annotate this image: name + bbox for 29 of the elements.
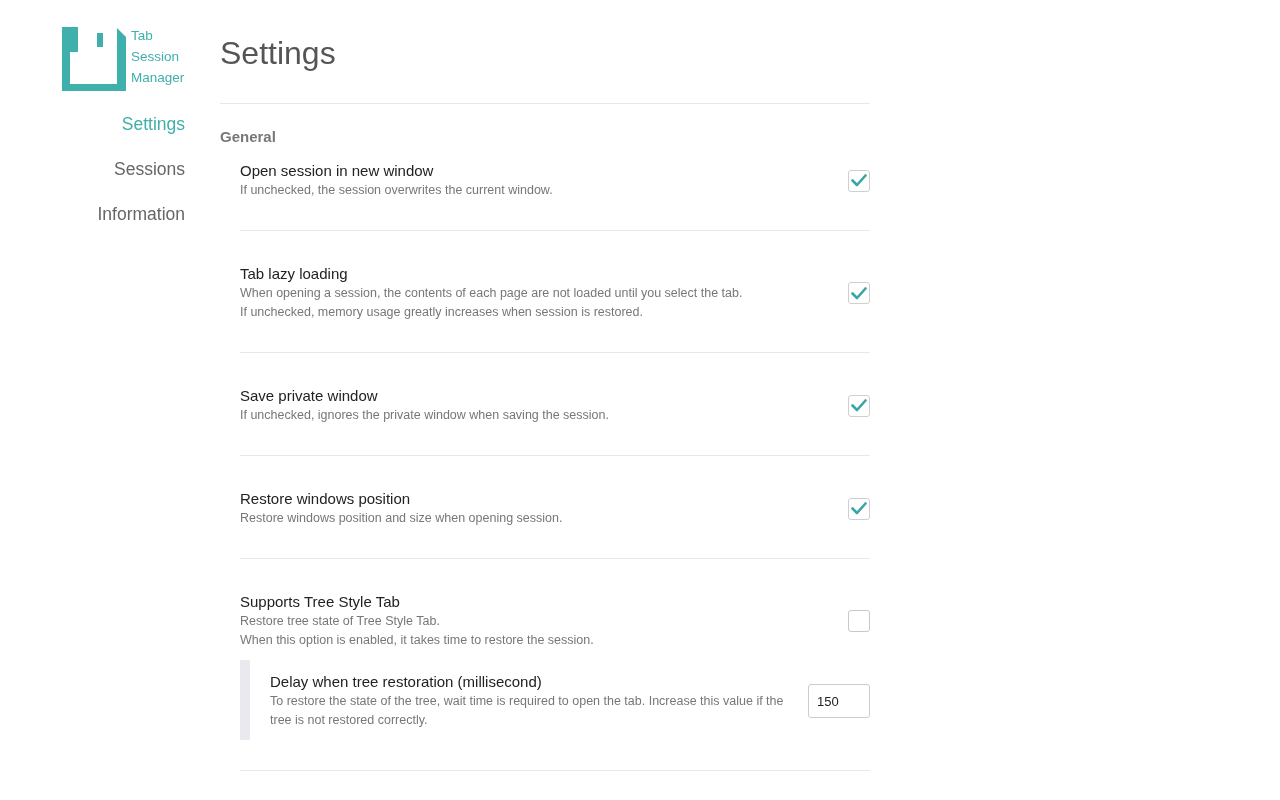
- section-heading: General: [220, 127, 277, 147]
- setting-description: If unchecked, the session overwrites the current window.: [240, 182, 554, 199]
- checkmark-icon: [851, 174, 867, 187]
- setting-description: If unchecked, ignores the private window when saving the session.: [240, 407, 610, 424]
- checkbox[interactable]: [848, 282, 870, 304]
- checkbox[interactable]: [848, 610, 870, 632]
- setting-title: Tab lazy loading: [240, 264, 349, 284]
- setting-title: Open session in new window: [240, 161, 435, 181]
- checkbox[interactable]: [848, 394, 870, 417]
- nav-link[interactable]: Sessions: [114, 156, 185, 182]
- checkmark-icon: [851, 502, 867, 515]
- checkmark-icon: [851, 286, 867, 300]
- nav-link[interactable]: Information: [97, 201, 185, 227]
- number-input[interactable]: 150: [808, 684, 870, 718]
- setting-description: When opening a session, the contents of each page are not loaded until you select the tab.: [240, 285, 744, 302]
- setting-description: To restore the state of the tree, wait time is required to open the tab. Increase this value if the tree is not restored correctly.: [270, 693, 785, 729]
- setting-description: Restore tree state of Tree Style Tab.: [240, 613, 441, 630]
- setting-title: Supports Tree Style Tab: [240, 592, 401, 612]
- checkmark-icon: [851, 399, 867, 412]
- setting-description: If unchecked, memory usage greatly increases when session is restored.: [240, 304, 644, 321]
- checkbox[interactable]: [848, 497, 870, 520]
- setting-description: Restore windows position and size when opening session.: [240, 510, 564, 527]
- page-title: Settings: [220, 34, 337, 73]
- setting-title: Save private window: [240, 386, 379, 406]
- setting-title: Restore windows position: [240, 489, 412, 509]
- app-name: Tab Session Manager: [131, 27, 185, 87]
- setting-title: Delay when tree restoration (millisecond): [270, 672, 543, 692]
- checkbox[interactable]: [848, 169, 870, 192]
- setting-description: When this option is enabled, it takes time to restore the session.: [240, 632, 595, 649]
